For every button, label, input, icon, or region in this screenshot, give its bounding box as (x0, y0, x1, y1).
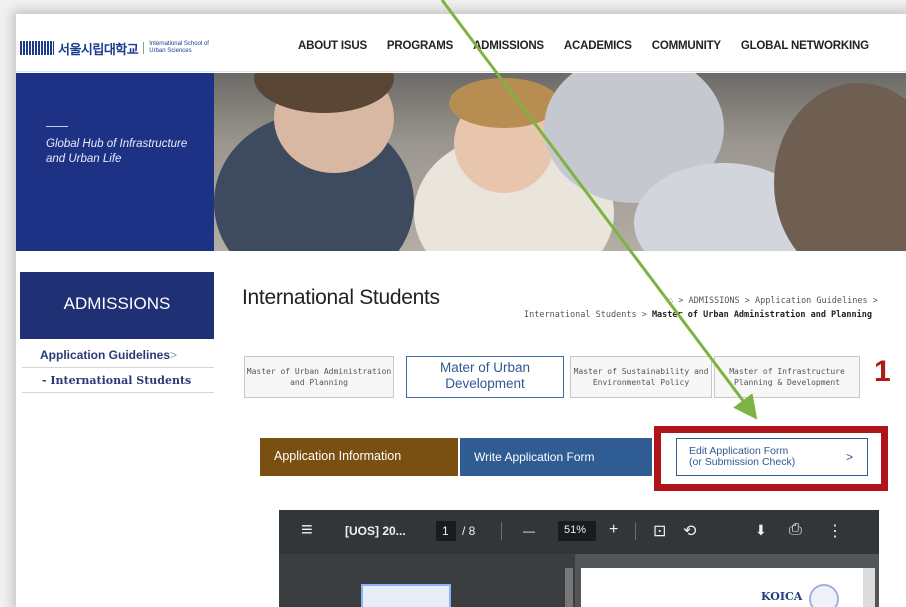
thumbnail-scrollbar[interactable] (565, 568, 573, 607)
page-number-value: 1 (442, 524, 449, 538)
nav-about-isus[interactable]: ABOUT ISUS (298, 40, 367, 52)
sidebar-divider (22, 392, 214, 393)
nav-community[interactable]: COMMUNITY (652, 40, 721, 52)
menu-icon[interactable]: ≡ (301, 519, 313, 542)
breadcrumb-current: Master of Urban Administration and Plann… (651, 310, 872, 320)
tab-sustainability-policy[interactable]: Master of Sustainability and Environment… (570, 356, 712, 398)
hero-banner: Global Hub of Infrastructure and Urban L… (16, 73, 906, 251)
breadcrumb-continued: International Students > Master of Urban… (524, 310, 872, 320)
sidebar-item-application-guidelines[interactable]: Application Guidelines> (40, 348, 177, 362)
site-header: 서울시립대학교 International School of Urban Sc… (16, 14, 906, 72)
tab-urban-administration[interactable]: Master of Urban Administration and Plann… (244, 356, 394, 398)
screenshot-frame: 서울시립대학교 International School of Urban Sc… (0, 0, 906, 607)
page-total: / 8 (462, 524, 476, 538)
hero-text-panel: Global Hub of Infrastructure and Urban L… (16, 73, 214, 251)
photo-figure (449, 78, 559, 128)
annotation-number: 1 (874, 355, 891, 388)
tab-infrastructure-planning[interactable]: Master of Infrastructure Planning & Deve… (714, 356, 860, 398)
main-nav: ABOUT ISUS PROGRAMS ADMISSIONS ACADEMICS… (298, 40, 889, 52)
breadcrumb: ⌂ > ADMISSIONS > Application Guidelines … (668, 296, 878, 306)
document-scrollbar[interactable] (863, 568, 875, 607)
document-logo-text: KOICA (761, 590, 803, 603)
logo-korean-text: 서울시립대학교 (58, 41, 139, 57)
web-page: 서울시립대학교 International School of Urban Sc… (16, 14, 906, 607)
application-information-button[interactable]: Application Information (260, 438, 458, 476)
sidebar-item-international-students[interactable]: - International Students (22, 367, 214, 393)
nav-academics[interactable]: ACADEMICS (564, 40, 632, 52)
logo-english-text: International School of Urban Sciences (149, 41, 209, 54)
sidebar-title: ADMISSIONS (63, 294, 171, 313)
zoom-out-button[interactable]: — (523, 524, 535, 538)
university-logo[interactable]: 서울시립대학교 International School of Urban Sc… (20, 38, 225, 58)
toolbar-divider (635, 522, 636, 540)
pdf-file-title: [UOS] 20... (345, 524, 406, 538)
print-icon[interactable]: ⎙ (789, 521, 802, 539)
koica-emblem-icon (809, 584, 839, 607)
zoom-level: 51% (564, 524, 587, 536)
tab-urban-development[interactable]: Mater of Urban Development (406, 356, 564, 398)
chevron-right-icon: > (170, 348, 178, 362)
page-thumbnail[interactable] (361, 584, 451, 607)
page-title: International Students (242, 286, 440, 309)
breadcrumb-path: International Students > (524, 310, 652, 320)
hero-tagline: Global Hub of Infrastructure and Urban L… (46, 138, 188, 165)
sidebar-item-label: Application Guidelines (40, 348, 171, 362)
breadcrumb-path: > ADMISSIONS > Application Guidelines > (678, 296, 878, 306)
nav-global-networking[interactable]: GLOBAL NETWORKING (741, 40, 869, 52)
write-application-form-button[interactable]: Write Application Form (460, 438, 652, 476)
download-icon[interactable]: ⬇ (755, 522, 767, 539)
logo-mark-icon (20, 41, 54, 55)
more-options-icon[interactable]: ⋮ (827, 521, 843, 541)
zoom-in-button[interactable]: + (609, 521, 618, 539)
rotate-icon[interactable]: ⟲ (683, 521, 696, 541)
pdf-viewer: ≡ [UOS] 20... 1 / 8 — 51% + ⊡ ⟲ ⬇ ⎙ ⋮ KO… (279, 510, 879, 607)
photo-figure (774, 83, 906, 251)
hero-photo (214, 73, 906, 251)
home-icon[interactable]: ⌂ (668, 296, 673, 306)
annotation-highlight-box (654, 426, 888, 491)
sidebar-header: ADMISSIONS (20, 272, 214, 339)
toolbar-divider (501, 522, 502, 540)
nav-programs[interactable]: PROGRAMS (387, 40, 453, 52)
fit-page-icon[interactable]: ⊡ (653, 521, 666, 541)
hero-divider (46, 126, 68, 127)
pdf-toolbar: ≡ [UOS] 20... 1 / 8 — 51% + ⊡ ⟲ ⬇ ⎙ ⋮ (279, 510, 879, 554)
logo-divider (143, 42, 145, 54)
nav-admissions[interactable]: ADMISSIONS (473, 40, 544, 52)
